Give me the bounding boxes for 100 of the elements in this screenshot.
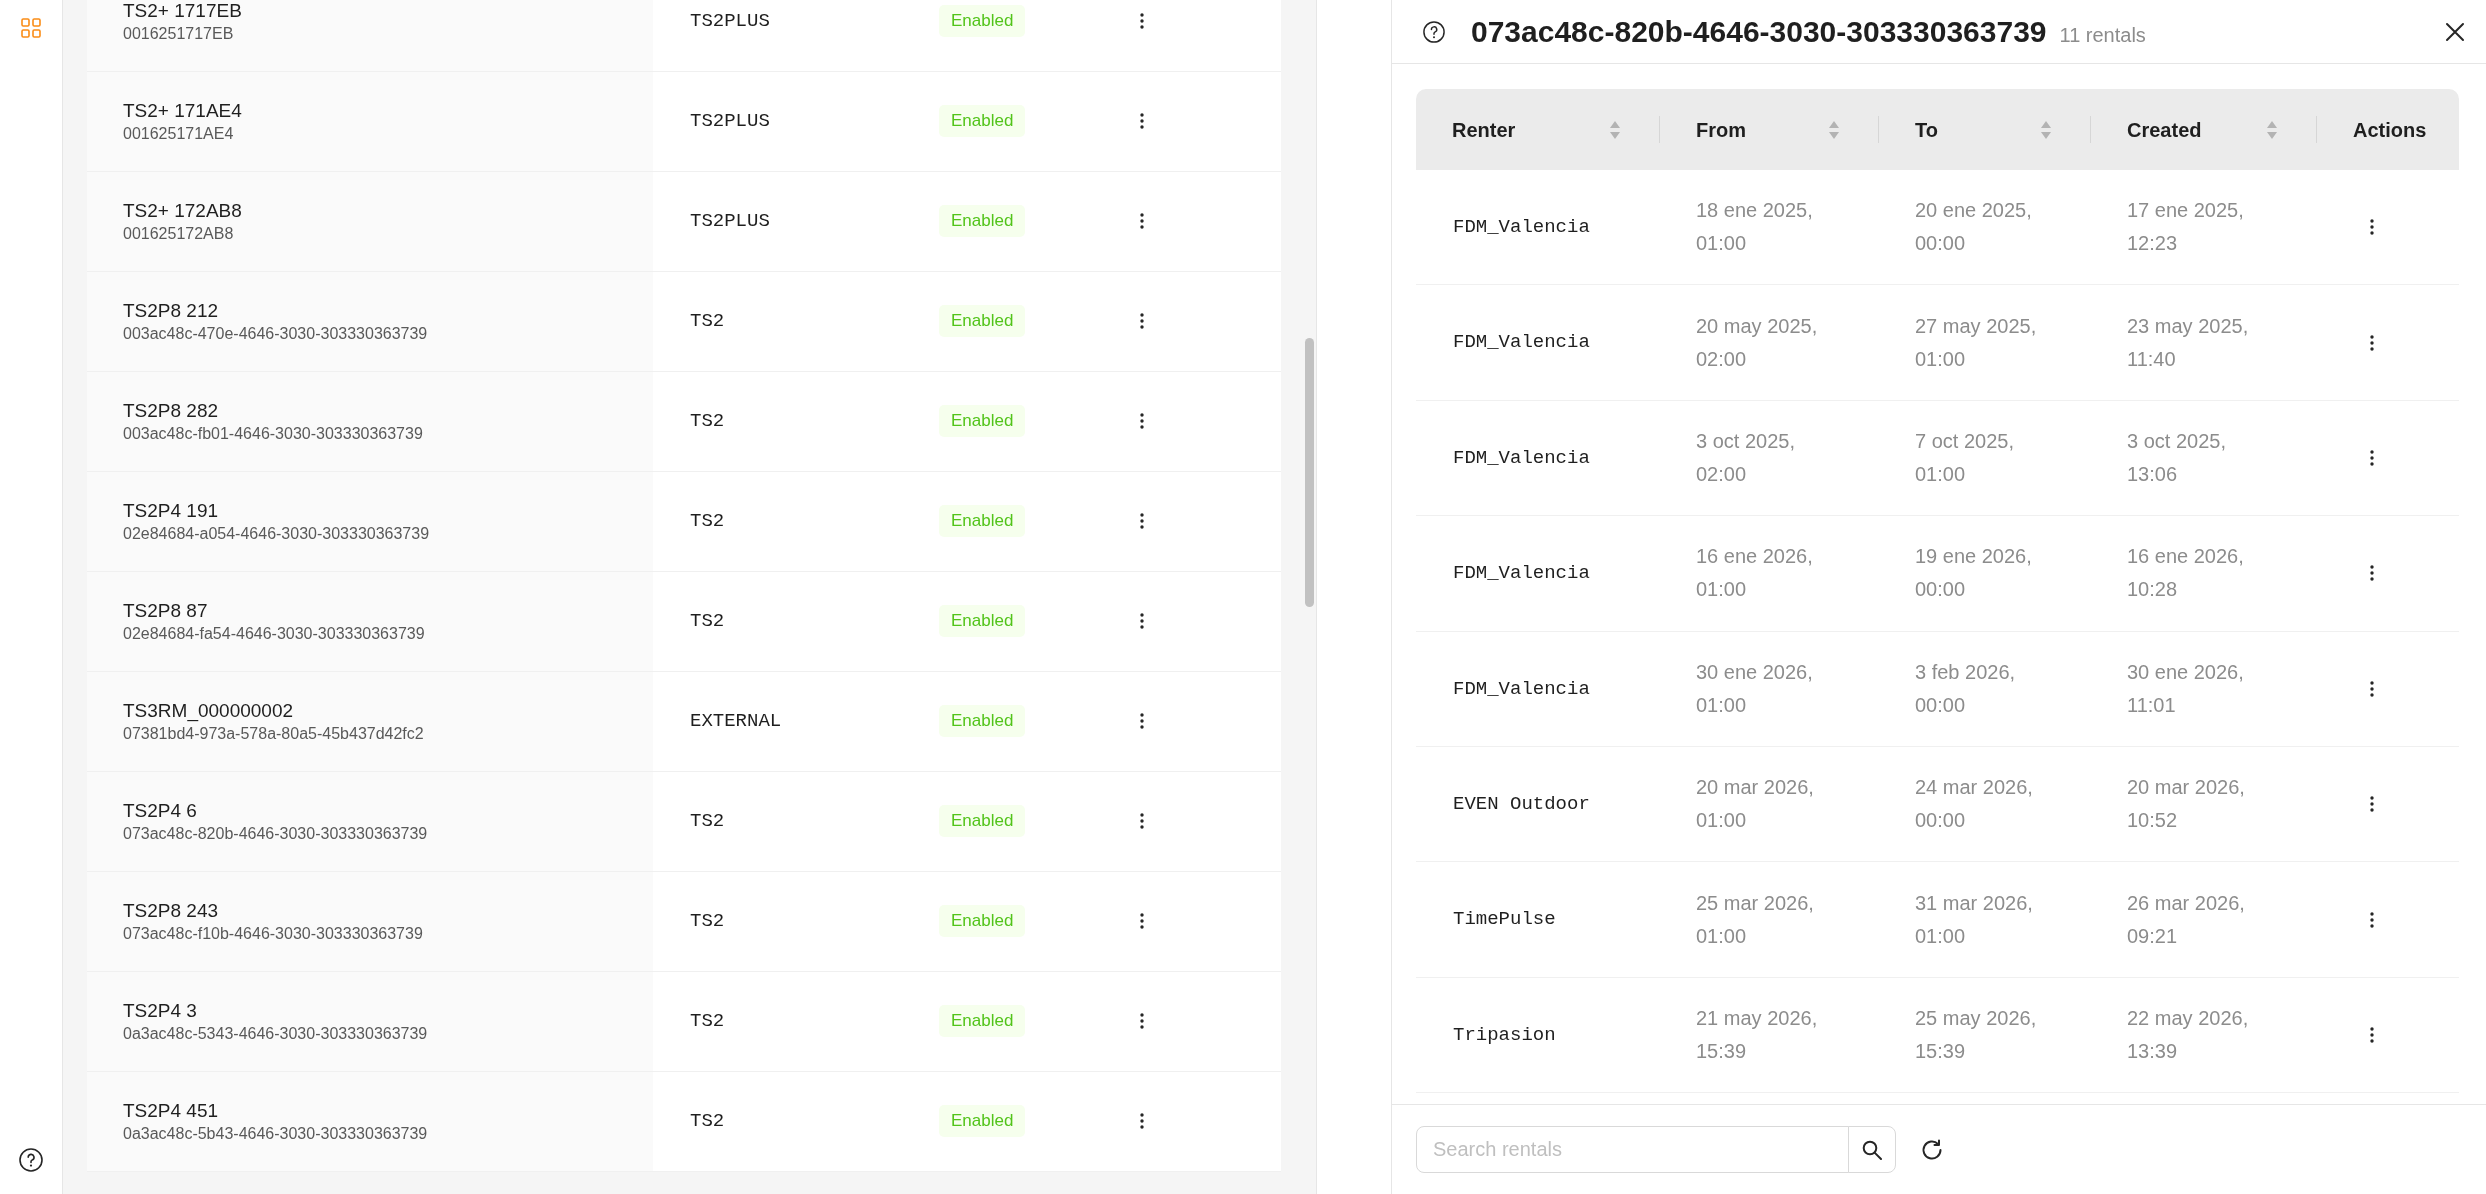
more-options-icon[interactable] — [2370, 565, 2374, 582]
renter-name: FDM_Valencia — [1453, 214, 1590, 240]
more-options-icon[interactable] — [2370, 796, 2374, 813]
renter-name: TimePulse — [1453, 907, 1556, 933]
device-serial: 07381bd4-973a-578a-80a5-45b437d42fc2 — [123, 723, 424, 744]
created-date: 17 ene 2025, 12:23 — [2127, 198, 2245, 257]
rental-count: 11 rentals — [2059, 23, 2146, 48]
column-header[interactable]: To — [1915, 114, 1938, 145]
device-serial: 02e84684-fa54-4646-3030-303330363739 — [123, 623, 425, 644]
device-type: TS2 — [690, 908, 725, 934]
table-row[interactable]: TS2P8 243 073ac48c-f10b-4646-3030-303330363739 TS2 Enabled — [87, 871, 1281, 972]
device-type: TS2 — [690, 1008, 725, 1034]
table-row[interactable]: TS2+ 172AB8 001625172AB8 TS2PLUS Enabled — [87, 171, 1281, 272]
device-serial: 003ac48c-fb01-4646-3030-303330363739 — [123, 423, 423, 444]
renter-name: FDM_Valencia — [1453, 676, 1590, 702]
device-name: TS2P4 3 — [123, 998, 197, 1023]
more-options-icon[interactable] — [2370, 680, 2374, 697]
status-badge: Enabled — [939, 205, 1026, 237]
table-row[interactable]: TS2P4 451 0a3ac48c-5b43-4646-3030-303330363739 TS2 Enabled — [87, 1071, 1281, 1172]
device-type: EXTERNAL — [690, 708, 782, 734]
created-date: 30 ene 2026, 11:01 — [2127, 659, 2245, 718]
device-serial: 0a3ac48c-5343-4646-3030-303330363739 — [123, 1023, 428, 1044]
from-date: 16 ene 2026, 01:00 — [1696, 544, 1814, 603]
status-badge: Enabled — [939, 1105, 1026, 1137]
created-date: 16 ene 2026, 10:28 — [2127, 544, 2245, 603]
table-row[interactable]: TS2P8 282 003ac48c-fb01-4646-3030-303330363739 TS2 Enabled — [87, 371, 1281, 472]
search-button[interactable] — [1848, 1126, 1896, 1173]
to-date: 24 mar 2026, 00:00 — [1915, 775, 2034, 834]
from-date: 20 may 2025, 02:00 — [1696, 313, 1819, 372]
search-icon — [1862, 1139, 1882, 1160]
device-name: TS2P4 191 — [123, 498, 219, 523]
status-badge: Enabled — [939, 105, 1026, 137]
device-type: TS2 — [690, 508, 725, 534]
device-type: TS2 — [690, 1108, 725, 1134]
status-badge: Enabled — [939, 405, 1026, 437]
column-header[interactable]: Created — [2127, 114, 2202, 145]
to-date: 27 may 2025, 01:00 — [1915, 313, 2038, 372]
status-badge: Enabled — [939, 305, 1026, 337]
status-badge: Enabled — [939, 905, 1026, 937]
drawer-title: 073ac48c-820b-4646-3030-303330363739 — [1471, 14, 2047, 50]
device-name: TS2P4 451 — [123, 1098, 219, 1123]
to-date: 20 ene 2025, 00:00 — [1915, 198, 2033, 257]
more-options-icon[interactable] — [1140, 313, 1144, 329]
more-options-icon[interactable] — [2370, 219, 2374, 236]
table-row[interactable]: TS2P4 191 02e84684-a054-4646-3030-303330363739 TS2 Enabled — [87, 471, 1281, 572]
table-row[interactable]: TS2P4 6 073ac48c-820b-4646-3030-303330363739 TS2 Enabled — [87, 771, 1281, 872]
table-row[interactable]: TS2P8 87 02e84684-fa54-4646-3030-303330363739 TS2 Enabled — [87, 571, 1281, 672]
from-date: 18 ene 2025, 01:00 — [1696, 198, 1814, 257]
device-type: TS2 — [690, 408, 725, 434]
more-options-icon[interactable] — [1140, 1013, 1144, 1029]
to-date: 31 mar 2026, 01:00 — [1915, 890, 2034, 949]
more-options-icon[interactable] — [1140, 213, 1144, 229]
device-type: TS2 — [690, 608, 725, 634]
more-options-icon[interactable] — [1140, 13, 1144, 29]
renter-name: Tripasion — [1453, 1022, 1556, 1048]
to-date: 7 oct 2025, 01:00 — [1915, 428, 2015, 487]
device-serial: 001625171AE4 — [123, 123, 234, 144]
table-row[interactable]: TS3RM_000000002 07381bd4-973a-578a-80a5-45b437d42fc2 EXTERNAL Enabled — [87, 671, 1281, 772]
refresh-icon[interactable] — [1921, 1138, 1943, 1161]
to-date: 3 feb 2026, 00:00 — [1915, 659, 2017, 718]
column-header[interactable]: Renter — [1452, 114, 1516, 145]
device-serial: 001625172AB8 — [123, 223, 234, 244]
from-date: 30 ene 2026, 01:00 — [1696, 659, 1814, 718]
device-name: TS2+ 171AE4 — [123, 98, 242, 123]
device-name: TS2P8 243 — [123, 898, 219, 923]
scrollbar-thumb[interactable] — [1305, 338, 1314, 607]
more-options-icon[interactable] — [1140, 913, 1144, 929]
from-date: 20 mar 2026, 01:00 — [1696, 775, 1815, 834]
table-row[interactable]: TS2+ 1717EB 0016251717EB TS2PLUS Enabled — [87, 0, 1281, 72]
search-field[interactable]: Search rentals — [1416, 1126, 1849, 1173]
more-options-icon[interactable] — [2370, 334, 2374, 351]
from-date: 21 may 2026, 15:39 — [1696, 1005, 1819, 1064]
table-row[interactable]: TS2+ 171AE4 001625171AE4 TS2PLUS Enabled — [87, 71, 1281, 172]
more-options-icon[interactable] — [1140, 813, 1144, 829]
device-serial: 003ac48c-470e-4646-3030-303330363739 — [123, 323, 428, 344]
created-date: 22 may 2026, 13:39 — [2127, 1005, 2250, 1064]
device-type: TS2PLUS — [690, 108, 770, 134]
device-name: TS2P8 212 — [123, 298, 219, 323]
device-name: TS2P8 87 — [123, 598, 208, 623]
more-options-icon[interactable] — [1140, 713, 1144, 729]
renter-name: EVEN Outdoor — [1453, 791, 1590, 817]
more-options-icon[interactable] — [2370, 1026, 2374, 1043]
column-header: Actions — [2353, 117, 2427, 143]
close-icon[interactable] — [2445, 21, 2465, 42]
more-options-icon[interactable] — [1140, 613, 1144, 629]
more-options-icon[interactable] — [1140, 413, 1144, 429]
help-icon[interactable] — [1423, 20, 1445, 43]
device-name: TS2+ 1717EB — [123, 0, 242, 23]
table-row[interactable]: TS2P8 212 003ac48c-470e-4646-3030-303330363739 TS2 Enabled — [87, 271, 1281, 372]
help-icon[interactable] — [19, 1148, 43, 1172]
more-options-icon[interactable] — [2370, 449, 2374, 466]
more-options-icon[interactable] — [1140, 1113, 1144, 1129]
device-serial: 073ac48c-820b-4646-3030-303330363739 — [123, 823, 428, 844]
more-options-icon[interactable] — [1140, 513, 1144, 529]
more-options-icon[interactable] — [2370, 911, 2374, 928]
more-options-icon[interactable] — [1140, 113, 1144, 129]
table-row[interactable]: TS2P4 3 0a3ac48c-5343-4646-3030-303330363739 TS2 Enabled — [87, 971, 1281, 1072]
device-name: TS2P4 6 — [123, 798, 197, 823]
column-header[interactable]: From — [1696, 114, 1746, 145]
created-date: 3 oct 2025, 13:06 — [2127, 428, 2227, 487]
